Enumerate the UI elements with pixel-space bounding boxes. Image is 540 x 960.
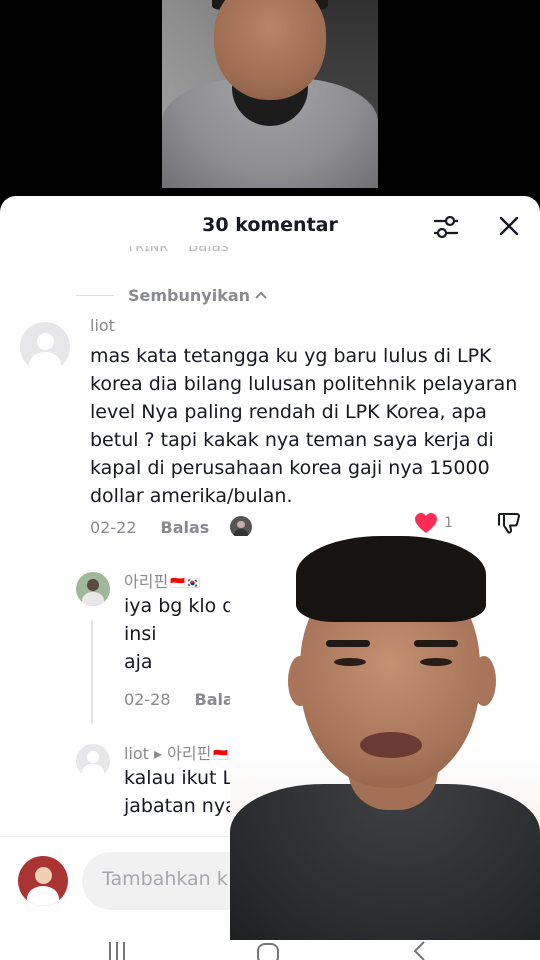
close-icon[interactable] xyxy=(497,214,521,238)
flag-badges: 🇮🇩🇰🇷 xyxy=(170,576,201,590)
video-frame xyxy=(162,0,378,188)
back-icon[interactable] xyxy=(410,940,428,960)
pip-hair xyxy=(296,536,486,622)
reply-username-text: liot ▸ 아리핀 xyxy=(124,744,212,763)
comment-input-placeholder: Tambahkan k xyxy=(102,868,228,890)
avatar[interactable] xyxy=(76,572,110,606)
home-icon[interactable] xyxy=(256,940,280,960)
pip-eye xyxy=(334,658,366,666)
comment-meta: 02-22 Balas xyxy=(90,518,209,537)
dislike-icon[interactable] xyxy=(496,510,522,536)
cut-off-reply: Balas xyxy=(188,246,229,255)
reply-username[interactable]: liot ▸ 아리핀 🇮🇩🇰🇷 xyxy=(124,740,243,764)
chevron-up-icon xyxy=(255,291,267,299)
top-video[interactable] xyxy=(0,0,540,200)
thread-line xyxy=(91,620,93,724)
cut-off-row: Ƭʀɪɴʀ Balas xyxy=(120,246,520,262)
avatar[interactable] xyxy=(20,322,70,372)
comment-username[interactable]: liot xyxy=(90,316,115,335)
recent-apps-icon[interactable] xyxy=(106,940,128,960)
avatar[interactable] xyxy=(76,744,110,778)
divider xyxy=(76,294,114,296)
pip-video-overlay[interactable] xyxy=(230,536,540,940)
like-count: 1 xyxy=(444,515,453,531)
reply-username[interactable]: 아리핀 🇮🇩🇰🇷 xyxy=(124,568,200,592)
filter-icon[interactable] xyxy=(432,214,460,240)
my-avatar[interactable] xyxy=(18,856,68,906)
heart-icon[interactable] xyxy=(414,512,438,534)
hide-replies-button[interactable]: Sembunyikan xyxy=(76,284,268,306)
pip-eye xyxy=(420,658,452,666)
reply-username-text: 아리핀 xyxy=(124,572,169,591)
pip-brow xyxy=(326,640,370,647)
reply-date: 02-28 xyxy=(124,690,171,709)
reply-button[interactable]: Balas xyxy=(161,518,210,537)
hide-replies-label: Sembunyikan xyxy=(128,285,251,305)
creator-liked-avatar xyxy=(230,516,252,538)
pip-brow xyxy=(414,640,458,647)
cut-off-text: Ƭʀɪɴʀ xyxy=(126,246,169,255)
pip-mouth xyxy=(360,732,422,758)
reply-meta: 02-28 Balas xyxy=(124,690,243,709)
comment-text: mas kata tetangga ku yg baru lulus di LP… xyxy=(90,345,518,507)
comment-date: 02-22 xyxy=(90,518,137,537)
